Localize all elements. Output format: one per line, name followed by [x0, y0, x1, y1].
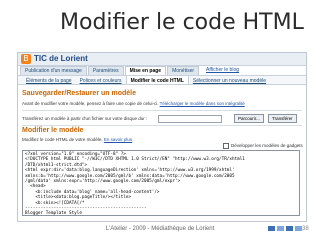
file-path-input[interactable] [158, 115, 222, 123]
download-template-link[interactable]: Télécharger le modèle dans son intégrali… [160, 101, 245, 106]
subtab-edit-html[interactable]: Modifier le code HTML [125, 76, 189, 84]
browse-button[interactable]: Parcourir... [234, 114, 264, 123]
footer-dot-icon [295, 226, 302, 231]
tab-monetiser[interactable]: Monétiser [167, 66, 200, 75]
backup-description-text: Avant de modifier votre modèle, pensez à… [22, 101, 159, 106]
divider [22, 110, 302, 111]
blogger-header: B TIC de Lorient [18, 53, 306, 66]
subtab-fonts-colors[interactable]: Polices et couleurs [76, 76, 126, 84]
footer-dot-icon [286, 226, 293, 231]
learn-more-link[interactable]: En savoir plus [104, 137, 132, 142]
edit-help-text: Modifiez le code HTML de votre modèle. [22, 137, 103, 142]
backup-description: Avant de modifier votre modèle, pensez à… [22, 101, 245, 106]
page-number: 38 [302, 226, 309, 232]
backup-heading: Sauvegarder/Restaurer un modèle [22, 90, 136, 97]
divider [22, 125, 302, 126]
footer-dot-icon [268, 226, 275, 231]
expand-gadgets-checkbox[interactable] [223, 143, 229, 149]
slide-title: Modifier le code HTML [60, 10, 304, 35]
view-blog-link[interactable]: Afficher le blog [206, 66, 239, 75]
subtab-new-template[interactable]: Sélectionner un nouveau modèle [189, 76, 270, 84]
expand-gadgets-label: Développer les modèles de gadgets [231, 143, 303, 149]
upload-label: Transférez un modèle à partir d'un fichi… [22, 116, 148, 121]
footer-dot-icon [277, 226, 284, 231]
blog-name[interactable]: TIC de Lorient [34, 54, 88, 63]
edit-template-heading: Modifier le modèle [22, 127, 84, 134]
code-line: Blogger Template Style [25, 211, 82, 216]
tab-publication[interactable]: Publication d'un message [20, 66, 87, 75]
main-tabs: Publication d'un message Paramètres Mise… [20, 66, 239, 75]
edit-help: Modifiez le code HTML de votre modèle. E… [22, 137, 132, 142]
footer-dots [268, 226, 302, 231]
upload-button[interactable]: Transférer [268, 114, 297, 123]
blogger-logo-icon: B [21, 54, 31, 64]
layout-subtabs: Éléments de la page Polices et couleurs … [18, 75, 306, 85]
blogger-screenshot: B TIC de Lorient Publication d'un messag… [17, 52, 307, 222]
tab-mise-en-page[interactable]: Mise en page [124, 66, 167, 75]
tab-parametres[interactable]: Paramètres [87, 66, 124, 75]
subtab-page-elements[interactable]: Éléments de la page [22, 76, 76, 84]
template-code-editor[interactable]: <?xml version="1.0" encoding="UTF-8" ?> <… [22, 150, 300, 216]
expand-gadgets-option[interactable]: Développer les modèles de gadgets [223, 143, 303, 149]
